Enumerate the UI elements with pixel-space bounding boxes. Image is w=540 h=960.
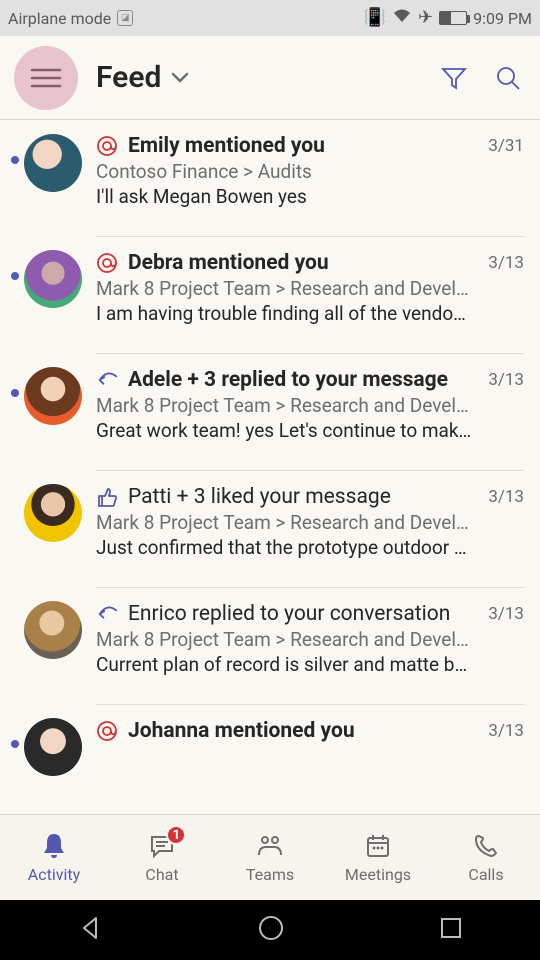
filter-button[interactable] <box>436 60 472 96</box>
feed-item[interactable]: Johanna mentioned you 3/13 <box>0 690 540 790</box>
feed-dropdown[interactable]: Feed <box>96 60 418 95</box>
search-button[interactable] <box>490 60 526 96</box>
search-icon <box>494 64 522 92</box>
feed-item-date: 3/13 <box>488 253 524 273</box>
feed-item-content: Enrico replied to your conversation 3/13 M… <box>96 587 524 676</box>
user-avatar <box>24 250 82 308</box>
feed-item-date: 3/13 <box>488 370 524 390</box>
mention-icon <box>96 135 118 157</box>
nav-meetings[interactable]: Meetings <box>324 815 432 900</box>
unread-indicator-col <box>6 601 24 676</box>
feed-item[interactable]: Debra mentioned you 3/13 Mark 8 Project Te… <box>0 222 540 339</box>
feed-item-preview: I'll ask Megan Bowen yes <box>96 185 524 208</box>
feed-item-title: Debra mentioned you <box>128 251 472 275</box>
status-time: 9:09 PM <box>473 9 532 28</box>
feed-item-location: Mark 8 Project Team > Research and Devel… <box>96 394 524 417</box>
nav-label: Meetings <box>345 865 411 884</box>
back-button[interactable] <box>76 914 104 946</box>
user-avatar <box>24 484 82 542</box>
nav-label: Teams <box>246 865 294 884</box>
feed-item-date: 3/13 <box>488 487 524 507</box>
reply-icon <box>96 369 118 391</box>
feed-item-content: Patti + 3 liked your message 3/13 Mark 8 P… <box>96 470 524 559</box>
nav-label: Calls <box>468 865 503 884</box>
app-header: Feed <box>0 36 540 120</box>
chat-badge: 1 <box>166 825 186 845</box>
bottom-nav: Activity 1 Chat Teams Meetings Calls <box>0 814 540 900</box>
feed-item[interactable]: Patti + 3 liked your message 3/13 Mark 8 P… <box>0 456 540 573</box>
nav-chat[interactable]: 1 Chat <box>108 815 216 900</box>
feed-item-location: Mark 8 Project Team > Research and Devel… <box>96 628 524 651</box>
feed-item-content: Adele + 3 replied to your message 3/13 Mar… <box>96 353 524 442</box>
user-avatar <box>24 601 82 659</box>
user-avatar <box>24 134 82 192</box>
like-icon <box>96 486 118 508</box>
page-title: Feed <box>96 60 161 95</box>
phone-icon <box>471 831 501 861</box>
feed-item-content: Debra mentioned you 3/13 Mark 8 Project Te… <box>96 236 524 325</box>
vibrate-icon: 📳 <box>364 9 386 27</box>
hamburger-menu-button[interactable] <box>14 46 78 110</box>
feed-item-title: Enrico replied to your conversation <box>128 602 472 626</box>
feed-item-content: Johanna mentioned you 3/13 <box>96 704 524 776</box>
feed-item-preview: Great work team! yes Let's continue to m… <box>96 419 524 442</box>
calendar-icon <box>363 831 393 861</box>
filter-icon <box>440 64 468 92</box>
unread-indicator-col <box>6 250 24 325</box>
unread-dot-icon <box>11 740 19 748</box>
mention-icon <box>96 720 118 742</box>
unread-indicator-col <box>6 484 24 559</box>
airplane-icon: ✈ <box>418 9 433 27</box>
feed-item-content: Emily mentioned you 3/31 Contoso Finance >… <box>96 134 524 208</box>
android-nav-bar <box>0 900 540 960</box>
bell-icon <box>39 831 69 861</box>
recent-apps-button[interactable] <box>438 915 464 945</box>
feed-item-location: Mark 8 Project Team > Research and Devel… <box>96 277 524 300</box>
android-status-bar: Airplane mode ◪ 📳 ✈ 9:09 PM <box>0 0 540 36</box>
status-airplane-label: Airplane mode <box>8 9 111 28</box>
feed-item-location: Contoso Finance > Audits <box>96 160 524 183</box>
reply-icon <box>96 603 118 625</box>
app-indicator-icon: ◪ <box>117 10 133 26</box>
teams-icon <box>255 831 285 861</box>
feed-item-preview: Just confirmed that the prototype outdoo… <box>96 536 524 559</box>
nav-label: Activity <box>28 865 80 884</box>
feed-item-title: Emily mentioned you <box>128 134 472 158</box>
feed-item-location: Mark 8 Project Team > Research and Devel… <box>96 511 524 534</box>
chevron-down-icon <box>171 72 189 84</box>
feed-item-title: Patti + 3 liked your message <box>128 485 472 509</box>
hamburger-icon <box>30 67 62 89</box>
feed-item-title: Johanna mentioned you <box>128 719 472 743</box>
feed-item-preview: I am having trouble finding all of the v… <box>96 302 524 325</box>
unread-indicator-col <box>6 367 24 442</box>
unread-indicator-col <box>6 134 24 208</box>
home-button[interactable] <box>256 913 286 947</box>
nav-calls[interactable]: Calls <box>432 815 540 900</box>
feed-item-date: 3/13 <box>488 721 524 741</box>
user-avatar <box>24 718 82 776</box>
unread-dot-icon <box>11 156 19 164</box>
activity-feed-list[interactable]: Emily mentioned you 3/31 Contoso Finance >… <box>0 120 540 814</box>
unread-indicator-col <box>6 718 24 776</box>
nav-label: Chat <box>145 865 178 884</box>
nav-activity[interactable]: Activity <box>0 815 108 900</box>
feed-item-title: Adele + 3 replied to your message <box>128 368 472 392</box>
nav-teams[interactable]: Teams <box>216 815 324 900</box>
feed-item-date: 3/31 <box>488 136 524 156</box>
feed-item-preview: Current plan of record is silver and mat… <box>96 653 524 676</box>
wifi-icon <box>392 8 412 28</box>
feed-item[interactable]: Enrico replied to your conversation 3/13 M… <box>0 573 540 690</box>
unread-dot-icon <box>11 272 19 280</box>
feed-item[interactable]: Emily mentioned you 3/31 Contoso Finance >… <box>0 120 540 222</box>
feed-item[interactable]: Adele + 3 replied to your message 3/13 Mar… <box>0 339 540 456</box>
unread-dot-icon <box>11 389 19 397</box>
feed-item-date: 3/13 <box>488 604 524 624</box>
battery-icon <box>439 11 467 25</box>
mention-icon <box>96 252 118 274</box>
user-avatar <box>24 367 82 425</box>
